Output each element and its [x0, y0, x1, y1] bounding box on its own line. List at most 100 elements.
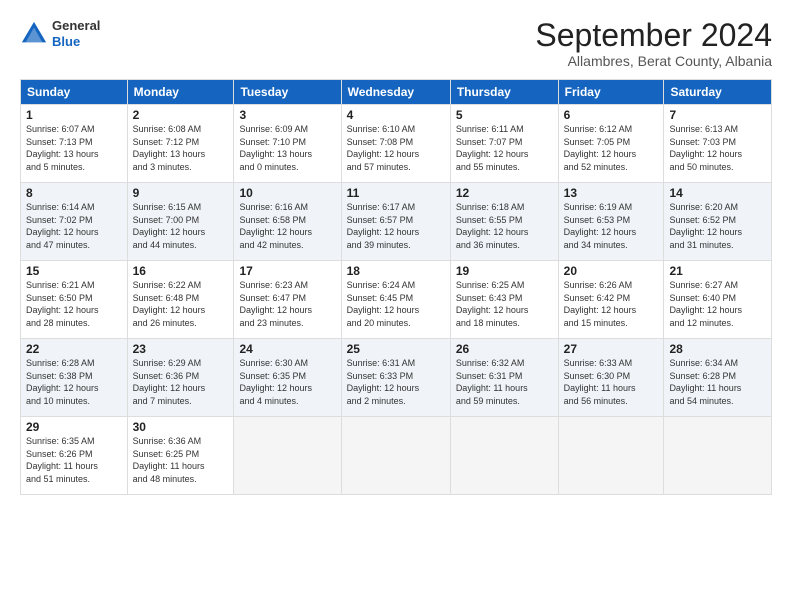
day-info: Sunrise: 6:24 AM Sunset: 6:45 PM Dayligh… — [347, 279, 445, 329]
table-row — [341, 417, 450, 495]
day-info: Sunrise: 6:26 AM Sunset: 6:42 PM Dayligh… — [564, 279, 659, 329]
table-row: 19Sunrise: 6:25 AM Sunset: 6:43 PM Dayli… — [450, 261, 558, 339]
day-number: 22 — [26, 342, 122, 356]
logo-general: General — [52, 18, 100, 33]
day-number: 20 — [564, 264, 659, 278]
day-number: 11 — [347, 186, 445, 200]
calendar-week-1: 1Sunrise: 6:07 AM Sunset: 7:13 PM Daylig… — [21, 105, 772, 183]
table-row: 20Sunrise: 6:26 AM Sunset: 6:42 PM Dayli… — [558, 261, 664, 339]
calendar-week-4: 22Sunrise: 6:28 AM Sunset: 6:38 PM Dayli… — [21, 339, 772, 417]
calendar-week-5: 29Sunrise: 6:35 AM Sunset: 6:26 PM Dayli… — [21, 417, 772, 495]
day-number: 21 — [669, 264, 766, 278]
day-number: 19 — [456, 264, 553, 278]
table-row — [558, 417, 664, 495]
day-info: Sunrise: 6:21 AM Sunset: 6:50 PM Dayligh… — [26, 279, 122, 329]
table-row: 11Sunrise: 6:17 AM Sunset: 6:57 PM Dayli… — [341, 183, 450, 261]
table-row: 5Sunrise: 6:11 AM Sunset: 7:07 PM Daylig… — [450, 105, 558, 183]
page: General Blue September 2024 Allambres, B… — [0, 0, 792, 612]
header-wednesday: Wednesday — [341, 80, 450, 105]
day-info: Sunrise: 6:19 AM Sunset: 6:53 PM Dayligh… — [564, 201, 659, 251]
table-row: 22Sunrise: 6:28 AM Sunset: 6:38 PM Dayli… — [21, 339, 128, 417]
day-info: Sunrise: 6:14 AM Sunset: 7:02 PM Dayligh… — [26, 201, 122, 251]
header-saturday: Saturday — [664, 80, 772, 105]
day-number: 3 — [239, 108, 335, 122]
day-number: 5 — [456, 108, 553, 122]
table-row: 26Sunrise: 6:32 AM Sunset: 6:31 PM Dayli… — [450, 339, 558, 417]
calendar-week-2: 8Sunrise: 6:14 AM Sunset: 7:02 PM Daylig… — [21, 183, 772, 261]
table-row — [450, 417, 558, 495]
day-number: 30 — [133, 420, 229, 434]
header-sunday: Sunday — [21, 80, 128, 105]
table-row: 16Sunrise: 6:22 AM Sunset: 6:48 PM Dayli… — [127, 261, 234, 339]
table-row: 18Sunrise: 6:24 AM Sunset: 6:45 PM Dayli… — [341, 261, 450, 339]
table-row: 6Sunrise: 6:12 AM Sunset: 7:05 PM Daylig… — [558, 105, 664, 183]
day-info: Sunrise: 6:33 AM Sunset: 6:30 PM Dayligh… — [564, 357, 659, 407]
day-info: Sunrise: 6:15 AM Sunset: 7:00 PM Dayligh… — [133, 201, 229, 251]
day-number: 18 — [347, 264, 445, 278]
day-number: 2 — [133, 108, 229, 122]
table-row: 8Sunrise: 6:14 AM Sunset: 7:02 PM Daylig… — [21, 183, 128, 261]
day-info: Sunrise: 6:08 AM Sunset: 7:12 PM Dayligh… — [133, 123, 229, 173]
day-number: 8 — [26, 186, 122, 200]
day-number: 16 — [133, 264, 229, 278]
header-thursday: Thursday — [450, 80, 558, 105]
table-row: 10Sunrise: 6:16 AM Sunset: 6:58 PM Dayli… — [234, 183, 341, 261]
day-info: Sunrise: 6:34 AM Sunset: 6:28 PM Dayligh… — [669, 357, 766, 407]
table-row: 25Sunrise: 6:31 AM Sunset: 6:33 PM Dayli… — [341, 339, 450, 417]
day-info: Sunrise: 6:16 AM Sunset: 6:58 PM Dayligh… — [239, 201, 335, 251]
day-number: 28 — [669, 342, 766, 356]
table-row: 27Sunrise: 6:33 AM Sunset: 6:30 PM Dayli… — [558, 339, 664, 417]
day-info: Sunrise: 6:07 AM Sunset: 7:13 PM Dayligh… — [26, 123, 122, 173]
month-title: September 2024 — [535, 18, 772, 53]
day-number: 10 — [239, 186, 335, 200]
header: General Blue September 2024 Allambres, B… — [20, 18, 772, 69]
logo-blue: Blue — [52, 34, 80, 49]
table-row — [664, 417, 772, 495]
day-info: Sunrise: 6:09 AM Sunset: 7:10 PM Dayligh… — [239, 123, 335, 173]
day-info: Sunrise: 6:18 AM Sunset: 6:55 PM Dayligh… — [456, 201, 553, 251]
day-number: 6 — [564, 108, 659, 122]
table-row: 7Sunrise: 6:13 AM Sunset: 7:03 PM Daylig… — [664, 105, 772, 183]
day-info: Sunrise: 6:36 AM Sunset: 6:25 PM Dayligh… — [133, 435, 229, 485]
day-info: Sunrise: 6:13 AM Sunset: 7:03 PM Dayligh… — [669, 123, 766, 173]
logo: General Blue — [20, 18, 100, 49]
day-number: 4 — [347, 108, 445, 122]
day-info: Sunrise: 6:11 AM Sunset: 7:07 PM Dayligh… — [456, 123, 553, 173]
day-number: 24 — [239, 342, 335, 356]
day-info: Sunrise: 6:30 AM Sunset: 6:35 PM Dayligh… — [239, 357, 335, 407]
table-row: 12Sunrise: 6:18 AM Sunset: 6:55 PM Dayli… — [450, 183, 558, 261]
day-number: 26 — [456, 342, 553, 356]
table-row: 29Sunrise: 6:35 AM Sunset: 6:26 PM Dayli… — [21, 417, 128, 495]
table-row: 30Sunrise: 6:36 AM Sunset: 6:25 PM Dayli… — [127, 417, 234, 495]
table-row: 23Sunrise: 6:29 AM Sunset: 6:36 PM Dayli… — [127, 339, 234, 417]
table-row: 24Sunrise: 6:30 AM Sunset: 6:35 PM Dayli… — [234, 339, 341, 417]
title-block: September 2024 Allambres, Berat County, … — [535, 18, 772, 69]
day-number: 23 — [133, 342, 229, 356]
day-info: Sunrise: 6:29 AM Sunset: 6:36 PM Dayligh… — [133, 357, 229, 407]
header-tuesday: Tuesday — [234, 80, 341, 105]
table-row: 21Sunrise: 6:27 AM Sunset: 6:40 PM Dayli… — [664, 261, 772, 339]
day-info: Sunrise: 6:35 AM Sunset: 6:26 PM Dayligh… — [26, 435, 122, 485]
table-row: 28Sunrise: 6:34 AM Sunset: 6:28 PM Dayli… — [664, 339, 772, 417]
day-info: Sunrise: 6:17 AM Sunset: 6:57 PM Dayligh… — [347, 201, 445, 251]
day-number: 25 — [347, 342, 445, 356]
day-info: Sunrise: 6:23 AM Sunset: 6:47 PM Dayligh… — [239, 279, 335, 329]
day-info: Sunrise: 6:32 AM Sunset: 6:31 PM Dayligh… — [456, 357, 553, 407]
logo-icon — [20, 20, 48, 48]
day-number: 27 — [564, 342, 659, 356]
table-row: 1Sunrise: 6:07 AM Sunset: 7:13 PM Daylig… — [21, 105, 128, 183]
day-info: Sunrise: 6:20 AM Sunset: 6:52 PM Dayligh… — [669, 201, 766, 251]
day-info: Sunrise: 6:31 AM Sunset: 6:33 PM Dayligh… — [347, 357, 445, 407]
day-number: 17 — [239, 264, 335, 278]
table-row: 4Sunrise: 6:10 AM Sunset: 7:08 PM Daylig… — [341, 105, 450, 183]
table-row — [234, 417, 341, 495]
table-row: 15Sunrise: 6:21 AM Sunset: 6:50 PM Dayli… — [21, 261, 128, 339]
day-info: Sunrise: 6:27 AM Sunset: 6:40 PM Dayligh… — [669, 279, 766, 329]
day-number: 12 — [456, 186, 553, 200]
calendar-week-3: 15Sunrise: 6:21 AM Sunset: 6:50 PM Dayli… — [21, 261, 772, 339]
day-info: Sunrise: 6:22 AM Sunset: 6:48 PM Dayligh… — [133, 279, 229, 329]
day-info: Sunrise: 6:12 AM Sunset: 7:05 PM Dayligh… — [564, 123, 659, 173]
table-row: 13Sunrise: 6:19 AM Sunset: 6:53 PM Dayli… — [558, 183, 664, 261]
calendar-header-row: Sunday Monday Tuesday Wednesday Thursday… — [21, 80, 772, 105]
day-info: Sunrise: 6:25 AM Sunset: 6:43 PM Dayligh… — [456, 279, 553, 329]
